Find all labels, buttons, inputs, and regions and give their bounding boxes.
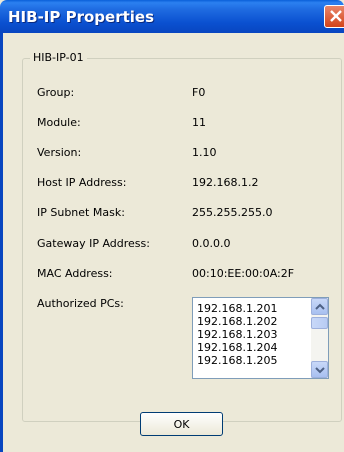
listbox-scrollbar[interactable] [311,298,328,378]
version-label: Version: [37,146,82,159]
list-item[interactable]: 192.168.1.205 [197,354,277,367]
authorized-pcs-items: 192.168.1.201 192.168.1.202 192.168.1.20… [197,302,277,367]
gateway-ip-label: Gateway IP Address: [37,237,150,250]
chevron-down-icon [315,367,325,374]
group-box-caption: HIB-IP-01 [30,51,87,64]
window-title: HIB-IP Properties [8,8,155,26]
authorized-pcs-listbox[interactable]: 192.168.1.201 192.168.1.202 192.168.1.20… [192,297,329,379]
list-item[interactable]: 192.168.1.201 [197,302,277,315]
host-ip-label: Host IP Address: [37,176,127,189]
title-bar[interactable]: HIB-IP Properties [0,0,344,33]
close-icon [330,10,342,22]
list-item[interactable]: 192.168.1.202 [197,315,277,328]
version-value: 1.10 [192,146,217,159]
close-button[interactable] [324,5,344,28]
scroll-thumb[interactable] [311,317,328,329]
list-item[interactable]: 192.168.1.204 [197,341,277,354]
window-border-left [0,33,3,452]
subnet-mask-value: 255.255.255.0 [192,206,273,219]
list-item[interactable]: 192.168.1.203 [197,328,277,341]
host-ip-value: 192.168.1.2 [192,176,259,189]
ok-button[interactable]: OK [140,412,223,436]
module-value: 11 [192,116,206,129]
module-label: Module: [37,116,81,129]
mac-address-value: 00:10:EE:00:0A:2F [192,267,295,280]
mac-address-label: MAC Address: [37,267,113,280]
group-value: F0 [192,86,206,99]
group-label: Group: [37,86,75,99]
authorized-pcs-label: Authorized PCs: [37,297,124,310]
properties-dialog: HIB-IP Properties HIB-IP-01 Group: F0 Mo… [0,0,344,452]
scroll-up-button[interactable] [311,298,328,315]
subnet-mask-label: IP Subnet Mask: [37,206,125,219]
chevron-up-icon [315,303,325,310]
gateway-ip-value: 0.0.0.0 [192,237,231,250]
scroll-down-button[interactable] [311,361,328,378]
